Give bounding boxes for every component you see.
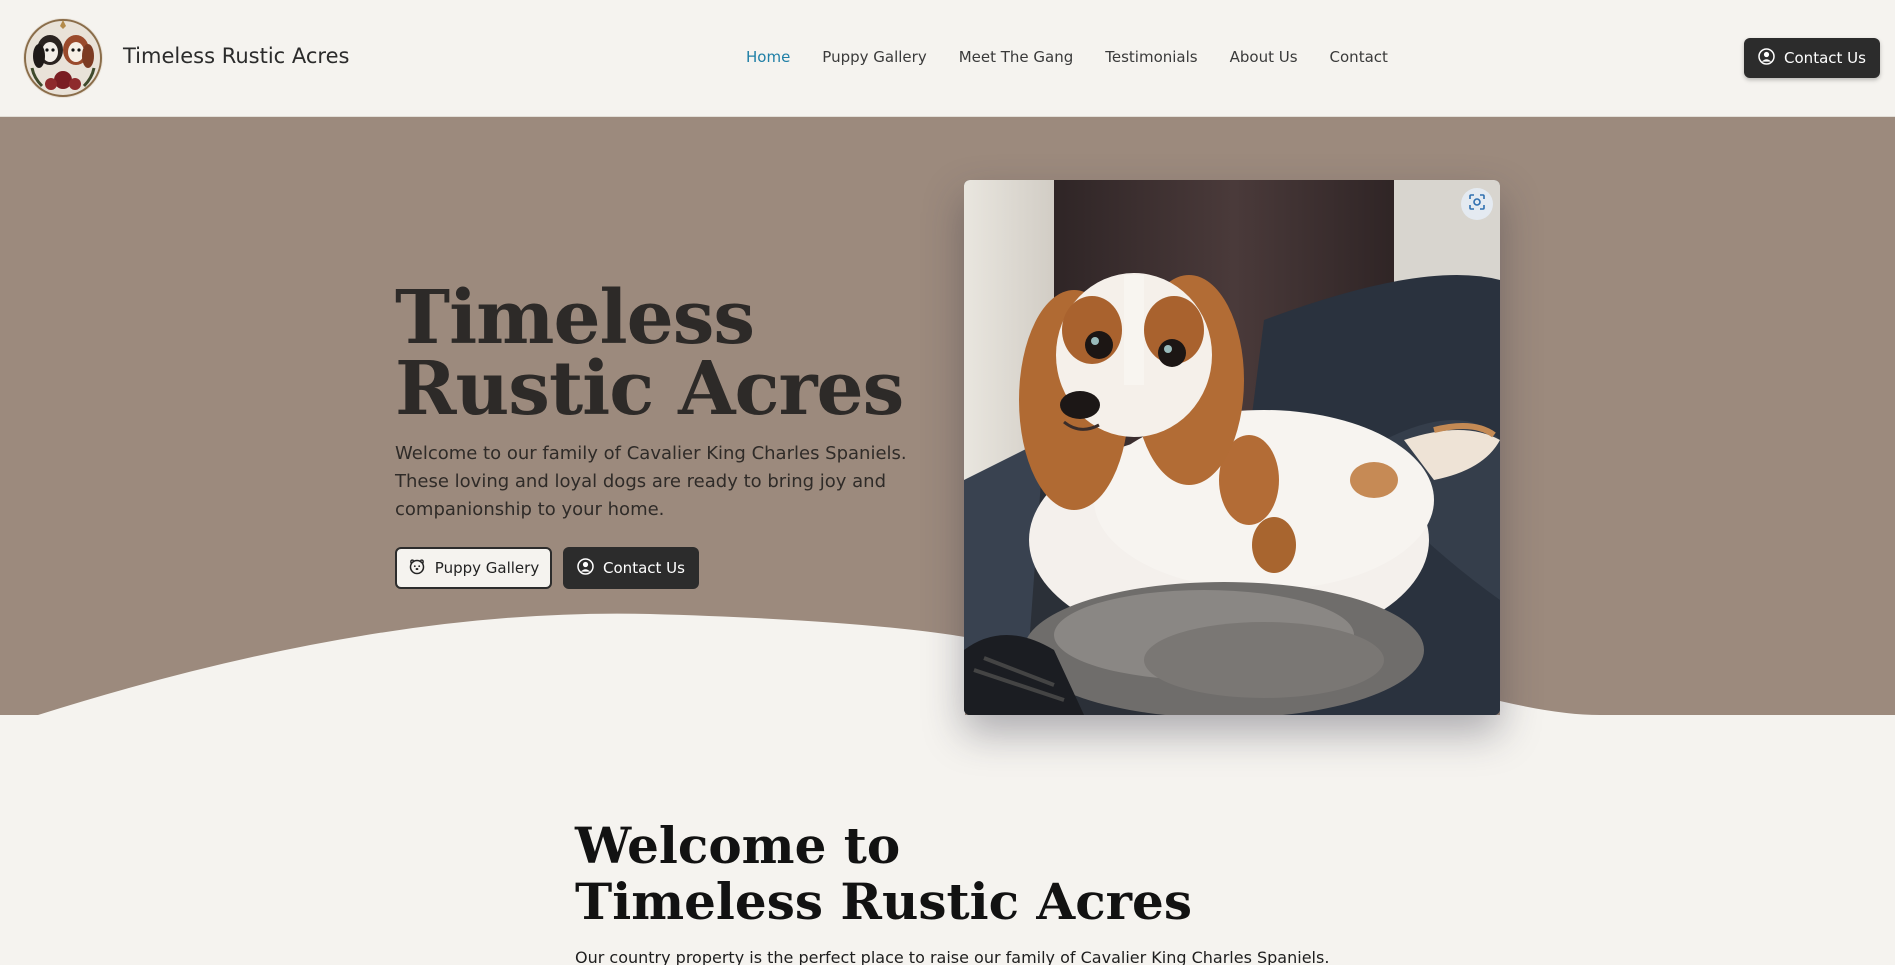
hero-description: Welcome to our family of Cavalier King C…	[395, 443, 907, 520]
hero-title: Timeless Rustic Acres	[395, 275, 904, 432]
nav-contact[interactable]: Contact	[1330, 48, 1388, 66]
hero-contact-label: Contact Us	[603, 559, 685, 577]
site-header: Timeless Rustic Acres Home Puppy Gallery…	[0, 0, 1895, 117]
nav-testimonials[interactable]: Testimonials	[1105, 48, 1197, 66]
hero-title-line2: Rustic Acres	[395, 346, 904, 432]
header-contact-label: Contact Us	[1784, 49, 1866, 67]
main-nav: Home Puppy Gallery Meet The Gang Testimo…	[746, 48, 1388, 66]
dog-face-icon	[408, 557, 426, 579]
nav-about-us[interactable]: About Us	[1230, 48, 1298, 66]
lens-icon	[1468, 193, 1486, 215]
user-circle-icon	[1758, 47, 1775, 69]
nav-puppy-gallery[interactable]: Puppy Gallery	[822, 48, 926, 66]
hero-section	[0, 117, 1895, 715]
puppy-gallery-button[interactable]: Puppy Gallery	[395, 547, 552, 589]
welcome-title-line1: Welcome to	[575, 816, 901, 875]
hero-wave-shape	[0, 613, 1600, 715]
user-circle-icon	[577, 557, 594, 579]
header-contact-button[interactable]: Contact Us	[1744, 38, 1880, 78]
nav-meet-the-gang[interactable]: Meet The Gang	[959, 48, 1074, 66]
welcome-title-line2: Timeless Rustic Acres	[575, 872, 1192, 931]
puppy-photo[interactable]	[964, 180, 1500, 715]
site-name[interactable]: Timeless Rustic Acres	[123, 44, 349, 68]
visual-search-button[interactable]	[1461, 188, 1493, 220]
site-logo-icon[interactable]	[20, 14, 106, 102]
puppy-gallery-label: Puppy Gallery	[434, 559, 540, 577]
welcome-title: Welcome to Timeless Rustic Acres	[575, 818, 1192, 930]
hero-title-line1: Timeless	[395, 275, 755, 361]
hero-contact-button[interactable]: Contact Us	[563, 547, 699, 589]
nav-home[interactable]: Home	[746, 48, 790, 66]
welcome-text: Our country property is the perfect plac…	[575, 948, 1330, 965]
